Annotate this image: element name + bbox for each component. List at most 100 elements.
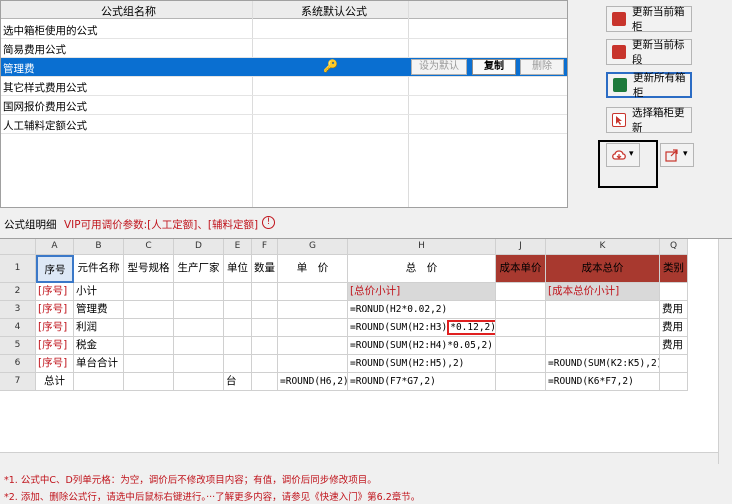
cell-seq[interactable]: [序号] xyxy=(36,319,74,337)
cell[interactable] xyxy=(278,337,348,355)
cell-cost-total[interactable]: [成本总价小计] xyxy=(546,283,660,301)
cell-name[interactable]: 小计 xyxy=(74,283,124,301)
cell-category[interactable]: 费用 xyxy=(660,301,688,319)
header-cell[interactable]: 型号规格 xyxy=(124,255,174,283)
row-number[interactable]: 3 xyxy=(0,301,36,319)
cell-cost-formula[interactable] xyxy=(546,301,660,319)
cell[interactable] xyxy=(124,319,174,337)
cell-name[interactable]: 税金 xyxy=(74,337,124,355)
col-letter[interactable]: C xyxy=(124,239,174,255)
header-cell[interactable]: 单 价 xyxy=(278,255,348,283)
header-cell[interactable]: 总 价 xyxy=(348,255,496,283)
cell[interactable] xyxy=(124,283,174,301)
row-number[interactable]: 4 xyxy=(0,319,36,337)
share-dropdown-button[interactable]: ▾ xyxy=(660,143,694,167)
cell[interactable] xyxy=(496,373,546,391)
cell-total-formula[interactable]: =ROUND(SUM(H2:H4)*0.05,2) xyxy=(348,337,496,355)
row-number[interactable]: 6 xyxy=(0,355,36,373)
header-cell[interactable]: 类别 xyxy=(660,255,688,283)
cell-category[interactable] xyxy=(660,283,688,301)
cell[interactable] xyxy=(252,283,278,301)
cell[interactable] xyxy=(224,355,252,373)
table-row[interactable]: 选中箱柜使用的公式 xyxy=(1,20,567,39)
delete-button[interactable]: 删除 xyxy=(520,59,564,75)
cell-name[interactable]: 利润 xyxy=(74,319,124,337)
cell-cost-formula[interactable] xyxy=(546,319,660,337)
info-icon[interactable]: ! xyxy=(262,216,275,229)
cell[interactable] xyxy=(496,319,546,337)
table-row[interactable]: 国网报价费用公式 xyxy=(1,96,567,115)
cell-category[interactable] xyxy=(660,373,688,391)
cell[interactable] xyxy=(174,301,224,319)
cell[interactable] xyxy=(124,337,174,355)
cell-unit[interactable]: 台 xyxy=(224,373,252,391)
cell[interactable] xyxy=(174,373,224,391)
cell-total-formula[interactable]: =ROUND(SUM(H2:H3) *0.12,2) xyxy=(348,319,496,337)
col-letter[interactable]: Q xyxy=(660,239,688,255)
cell[interactable] xyxy=(252,301,278,319)
col-letter[interactable]: K xyxy=(546,239,660,255)
row-number[interactable]: 5 xyxy=(0,337,36,355)
cell-seq[interactable]: [序号] xyxy=(36,301,74,319)
cell[interactable] xyxy=(224,319,252,337)
col-letter[interactable]: F xyxy=(252,239,278,255)
col-letter[interactable]: E xyxy=(224,239,252,255)
table-row-selected[interactable]: 管理费 🔑 设为默认 复制 删除 xyxy=(1,58,567,77)
cell[interactable] xyxy=(496,337,546,355)
cell[interactable] xyxy=(224,337,252,355)
cell[interactable] xyxy=(496,301,546,319)
cell-category[interactable]: 费用 xyxy=(660,337,688,355)
col-letter[interactable]: D xyxy=(174,239,224,255)
col-letter[interactable]: A xyxy=(36,239,74,255)
header-cell[interactable]: 成本总价 xyxy=(546,255,660,283)
cell[interactable] xyxy=(278,355,348,373)
horizontal-scrollbar[interactable] xyxy=(0,452,718,464)
cell[interactable] xyxy=(174,283,224,301)
header-cell[interactable]: 数量 xyxy=(252,255,278,283)
cell[interactable] xyxy=(496,283,546,301)
row-number[interactable]: 7 xyxy=(0,373,36,391)
cell[interactable] xyxy=(252,319,278,337)
header-cell[interactable]: 成本单价 xyxy=(496,255,546,283)
cell[interactable] xyxy=(224,283,252,301)
cell-name[interactable]: 管理费 xyxy=(74,301,124,319)
cell-seq[interactable]: 总计 xyxy=(36,373,74,391)
col-letter[interactable]: H xyxy=(348,239,496,255)
cell-total-formula[interactable]: =ROUND(SUM(H2:H5),2) xyxy=(348,355,496,373)
header-cell-selected[interactable]: 序号 xyxy=(36,255,74,283)
cell-name[interactable] xyxy=(74,373,124,391)
cell[interactable] xyxy=(252,355,278,373)
corner-cell[interactable] xyxy=(0,239,36,255)
cell[interactable] xyxy=(174,319,224,337)
select-cabinet-update-button[interactable]: 选择箱柜更新 xyxy=(606,107,692,134)
cell-category[interactable] xyxy=(660,355,688,373)
table-row[interactable]: 简易费用公式 xyxy=(1,39,567,58)
col-letter[interactable]: B xyxy=(74,239,124,255)
update-all-cabinets-button[interactable]: 更新所有箱柜 xyxy=(606,72,692,99)
cell[interactable] xyxy=(496,355,546,373)
cell[interactable] xyxy=(174,355,224,373)
vertical-scrollbar[interactable] xyxy=(718,239,732,464)
header-cell[interactable]: 元件名称 xyxy=(74,255,124,283)
cell-seq[interactable]: [序号] xyxy=(36,355,74,373)
col-letter[interactable]: J xyxy=(496,239,546,255)
cell-total[interactable]: [总价小计] xyxy=(348,283,496,301)
cell-total-formula[interactable]: =RONUD(H2*0.02,2) xyxy=(348,301,496,319)
cell[interactable] xyxy=(278,283,348,301)
table-row[interactable]: 人工辅料定额公式 xyxy=(1,115,567,134)
header-cell[interactable]: 单位 xyxy=(224,255,252,283)
row-number[interactable]: 1 xyxy=(0,255,36,283)
cell[interactable] xyxy=(278,319,348,337)
cell-price-formula[interactable]: =ROUND(H6,2) xyxy=(278,373,348,391)
cell[interactable] xyxy=(252,373,278,391)
set-default-button[interactable]: 设为默认 xyxy=(411,59,467,75)
cell-name[interactable]: 单台合计 xyxy=(74,355,124,373)
cell-seq[interactable]: [序号] xyxy=(36,283,74,301)
cell-seq[interactable]: [序号] xyxy=(36,337,74,355)
cell-cost-formula[interactable]: =ROUND(SUM(K2:K5),2) xyxy=(546,355,660,373)
cell[interactable] xyxy=(278,301,348,319)
update-current-section-button[interactable]: 更新当前标段 xyxy=(606,39,692,66)
row-number[interactable]: 2 xyxy=(0,283,36,301)
col-letter[interactable]: G xyxy=(278,239,348,255)
copy-button[interactable]: 复制 xyxy=(472,59,516,75)
